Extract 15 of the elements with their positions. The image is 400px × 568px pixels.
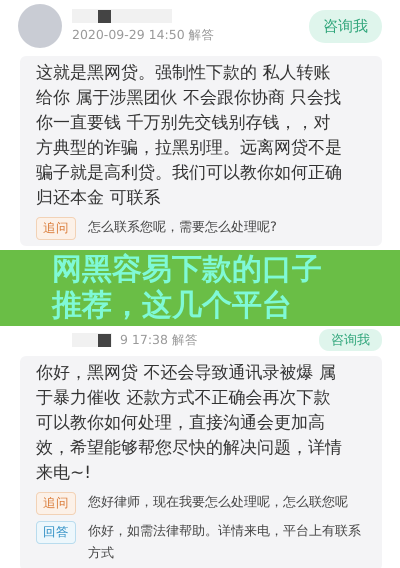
banner-title: 网黑容易下款的口子推荐，这几个平台: [52, 252, 323, 324]
answer-date: 2020-09-29 14:50 解答: [72, 26, 216, 44]
avatar[interactable]: [18, 4, 62, 48]
followup-text: 怎么联系您呢，需要怎么处理呢?: [88, 219, 277, 237]
consult-button[interactable]: 咨询我: [309, 10, 382, 42]
answer-date: 9 17:38 解答: [120, 332, 199, 348]
answer-text: 你好，黑网贷 不还会导致通讯录被爆 属于暴力催收 还款方式不正确会再次下款可以教你如何处理，直接沟通会更加高效，希望能够帮您尽快的解决问题，详情来电~!: [36, 362, 343, 485]
blurred-name-drawing: [72, 333, 112, 347]
followup-tag: 追问: [36, 492, 76, 515]
consult-button[interactable]: 咨询我: [319, 329, 382, 351]
followup-text: 你好，如需法律帮助。详情来电，平台上有联系方式: [88, 523, 362, 563]
followup-tag: 回答: [36, 521, 76, 544]
followup-text: 您好律师，现在我要怎么处理呢，怎么联您呢: [88, 494, 348, 512]
answer-text: 这就是黑网贷。强制性下款的 私人转账给你 属于涉黑团伙 不会跟你协商 只会找你一直要钱 千万别先交钱别存钱，，对方典型的诈骗，拉黑别理。远离网贷不是骗子就是高利贷。我们可以教你如何正确归还本金 可联系: [36, 62, 343, 210]
followup-tag: 追问: [36, 217, 76, 240]
